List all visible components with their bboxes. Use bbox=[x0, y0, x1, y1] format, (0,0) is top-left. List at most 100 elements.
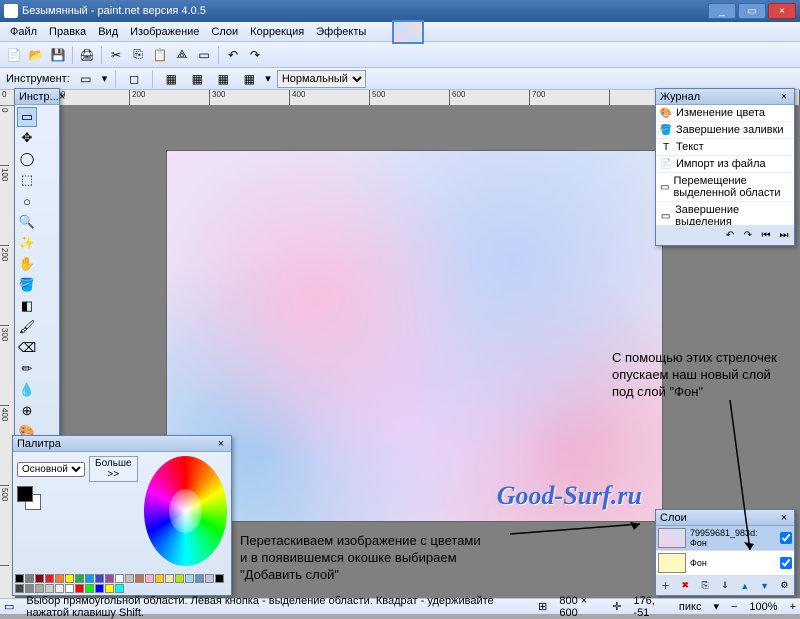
menu-view[interactable]: Вид bbox=[92, 24, 124, 40]
menu-effects[interactable]: Эффекты bbox=[310, 24, 372, 40]
layers-close-icon[interactable]: × bbox=[778, 512, 790, 524]
minimize-button[interactable]: _ bbox=[708, 3, 736, 19]
swatch[interactable] bbox=[65, 574, 74, 583]
blend-mode-select[interactable]: Нормальный bbox=[277, 70, 366, 88]
layer-item[interactable]: 79959681_983d:Фон bbox=[656, 526, 794, 551]
history-close-icon[interactable]: × bbox=[778, 91, 790, 103]
swatch[interactable] bbox=[185, 574, 194, 583]
maximize-button[interactable]: ▭ bbox=[738, 3, 766, 19]
swatch[interactable] bbox=[135, 574, 144, 583]
swatch[interactable] bbox=[105, 584, 114, 593]
palette-close-icon[interactable]: × bbox=[215, 438, 227, 450]
tools-close-icon[interactable]: × bbox=[59, 91, 65, 103]
menu-image[interactable]: Изображение bbox=[124, 24, 205, 40]
history-item[interactable]: 📄Импорт из файла bbox=[656, 156, 794, 173]
close-button[interactable]: × bbox=[768, 3, 796, 19]
swatch[interactable] bbox=[55, 584, 64, 593]
bucket-tool[interactable]: 🪣 bbox=[17, 275, 37, 295]
open-icon[interactable]: 📂 bbox=[26, 45, 46, 65]
swatch[interactable] bbox=[35, 584, 44, 593]
selection-int-icon[interactable]: ▦ bbox=[239, 69, 259, 89]
menu-file[interactable]: Файл bbox=[4, 24, 43, 40]
swatch[interactable] bbox=[145, 574, 154, 583]
zoom-in-icon[interactable]: + bbox=[790, 601, 796, 613]
history-item[interactable]: ▭Завершение выделения bbox=[656, 202, 794, 225]
swatch[interactable] bbox=[105, 574, 114, 583]
swatch[interactable] bbox=[165, 574, 174, 583]
history-item[interactable]: 🪣Завершение заливки bbox=[656, 122, 794, 139]
undo-icon[interactable]: ↶ bbox=[223, 45, 243, 65]
selection-sub-icon[interactable]: ▦ bbox=[213, 69, 233, 89]
move-tool[interactable]: ✥ bbox=[17, 128, 37, 148]
swatch[interactable] bbox=[125, 574, 134, 583]
merge-down-icon[interactable]: ⇓ bbox=[717, 578, 732, 593]
cut-icon[interactable]: ✂ bbox=[106, 45, 126, 65]
layer-visible-checkbox[interactable] bbox=[780, 532, 792, 544]
swatch[interactable] bbox=[75, 584, 84, 593]
redo-icon[interactable]: ↷ bbox=[245, 45, 265, 65]
swatch[interactable] bbox=[25, 584, 34, 593]
swatch[interactable] bbox=[85, 584, 94, 593]
duplicate-layer-icon[interactable]: ⎘ bbox=[698, 578, 713, 593]
swatch[interactable] bbox=[85, 574, 94, 583]
shape-mode-icon[interactable]: ◻ bbox=[124, 69, 144, 89]
swatch[interactable] bbox=[155, 574, 164, 583]
more-button[interactable]: Больше >> bbox=[89, 456, 138, 482]
swatch[interactable] bbox=[55, 574, 64, 583]
selection-replace-icon[interactable]: ▦ bbox=[161, 69, 181, 89]
clone-tool[interactable]: ⊕ bbox=[17, 401, 37, 421]
swatch[interactable] bbox=[15, 574, 24, 583]
swatch[interactable] bbox=[215, 574, 224, 583]
new-icon[interactable]: 📄 bbox=[4, 45, 24, 65]
lasso-tool[interactable]: ◯ bbox=[17, 149, 37, 169]
zoom-tool[interactable]: 🔍 bbox=[17, 212, 37, 232]
color-mode-select[interactable]: Основной bbox=[17, 462, 85, 477]
history-forward-icon[interactable]: ⏭ bbox=[776, 227, 792, 243]
zoom-out-icon[interactable]: − bbox=[731, 601, 737, 613]
history-item[interactable]: ▭Перемещение выделенной области bbox=[656, 173, 794, 202]
swatch[interactable] bbox=[95, 574, 104, 583]
swatch[interactable] bbox=[195, 574, 204, 583]
move-up-icon[interactable]: ▲ bbox=[737, 578, 752, 593]
add-layer-icon[interactable]: ＋ bbox=[658, 578, 673, 593]
layer-item[interactable]: Фон bbox=[656, 551, 794, 576]
move-down-icon[interactable]: ▼ bbox=[757, 578, 772, 593]
color-wheel[interactable] bbox=[144, 456, 227, 566]
save-icon[interactable]: 💾 bbox=[48, 45, 68, 65]
ellipse-select-tool[interactable]: ○ bbox=[17, 191, 37, 211]
document-thumbnail[interactable] bbox=[392, 20, 424, 44]
copy-icon[interactable]: ⎘ bbox=[128, 45, 148, 65]
history-item[interactable]: TТекст bbox=[656, 139, 794, 156]
properties-icon[interactable]: ⚙ bbox=[777, 578, 792, 593]
print-icon[interactable]: 🖨 bbox=[77, 45, 97, 65]
move-selection-tool[interactable]: ⬚ bbox=[17, 170, 37, 190]
crop-icon[interactable]: ⟁ bbox=[172, 45, 192, 65]
swatch[interactable] bbox=[15, 584, 24, 593]
swatch[interactable] bbox=[115, 584, 124, 593]
pencil-tool[interactable]: ✏ bbox=[17, 359, 37, 379]
color-swatch[interactable] bbox=[17, 486, 41, 510]
swatch[interactable] bbox=[205, 574, 214, 583]
selection-add-icon[interactable]: ▦ bbox=[187, 69, 207, 89]
swatch[interactable] bbox=[75, 574, 84, 583]
rect-select-icon[interactable]: ▭ bbox=[76, 69, 96, 89]
swatch[interactable] bbox=[115, 574, 124, 583]
canvas[interactable]: Good-Surf.ru bbox=[166, 150, 663, 522]
delete-layer-icon[interactable]: ✖ bbox=[678, 578, 693, 593]
swatch[interactable] bbox=[65, 584, 74, 593]
deselect-icon[interactable]: ▭ bbox=[194, 45, 214, 65]
paste-icon[interactable]: 📋 bbox=[150, 45, 170, 65]
wand-tool[interactable]: ✨ bbox=[17, 233, 37, 253]
swatch[interactable] bbox=[45, 574, 54, 583]
swatch[interactable] bbox=[35, 574, 44, 583]
layer-visible-checkbox[interactable] bbox=[780, 557, 792, 569]
brush-tool[interactable]: 🖌 bbox=[17, 317, 37, 337]
history-undo-icon[interactable]: ↶ bbox=[722, 227, 738, 243]
menu-edit[interactable]: Правка bbox=[43, 24, 92, 40]
menu-adjust[interactable]: Коррекция bbox=[244, 24, 310, 40]
history-rewind-icon[interactable]: ⏮ bbox=[758, 227, 774, 243]
history-redo-icon[interactable]: ↷ bbox=[740, 227, 756, 243]
eraser-tool[interactable]: ⌫ bbox=[17, 338, 37, 358]
history-item[interactable]: 🎨Изменение цвета bbox=[656, 105, 794, 122]
swatch[interactable] bbox=[45, 584, 54, 593]
